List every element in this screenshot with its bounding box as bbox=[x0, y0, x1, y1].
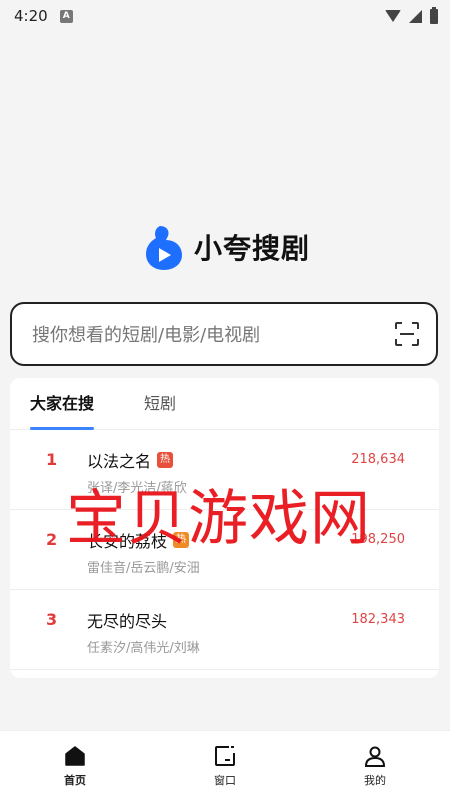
rank-number: 2 bbox=[46, 530, 58, 549]
nav-label-window: 窗口 bbox=[214, 773, 236, 787]
rank-cast: 雷佳音/岳云鹏/安沺 bbox=[87, 561, 200, 576]
notification-icon: A bbox=[59, 9, 73, 23]
battery-icon bbox=[430, 6, 438, 24]
scan-icon[interactable] bbox=[394, 321, 420, 347]
nav-label-profile: 我的 bbox=[364, 773, 386, 787]
rank-number: 3 bbox=[46, 610, 58, 629]
wifi-icon bbox=[385, 10, 401, 22]
rank-score: 182,343 bbox=[351, 612, 405, 627]
hot-badge: 热 bbox=[173, 532, 190, 548]
list-item[interactable]: 1 以法之名 热 张译/李光洁/蒋欣 218,634 bbox=[10, 430, 439, 510]
nav-label-home: 首页 bbox=[64, 773, 86, 787]
nav-window[interactable]: 窗口 bbox=[150, 731, 300, 800]
tab-bar: 大家在搜 短剧 bbox=[10, 378, 439, 430]
search-placeholder: 搜你想看的短剧/电影/电视剧 bbox=[32, 325, 261, 346]
trending-card: 大家在搜 短剧 1 以法之名 热 张译/李光洁/蒋欣 218,634 2 长安的… bbox=[10, 378, 439, 678]
tab-short-drama[interactable]: 短剧 bbox=[144, 378, 176, 430]
rank-title-row: 无尽的尽头 bbox=[87, 608, 167, 632]
nav-home[interactable]: 首页 bbox=[0, 731, 150, 800]
rank-cast: 张译/李光洁/蒋欣 bbox=[87, 481, 187, 496]
signal-icon bbox=[409, 9, 422, 23]
rank-cast: 任素汐/高伟光/刘琳 bbox=[87, 641, 200, 656]
list-item[interactable]: 2 长安的荔枝 热 雷佳音/岳云鹏/安沺 198,250 bbox=[10, 510, 439, 590]
app-name: 小夸搜剧 bbox=[193, 232, 310, 265]
logo-icon bbox=[145, 226, 182, 270]
rank-title-row: 长安的荔枝 热 bbox=[87, 528, 190, 552]
status-bar: 4:20 A bbox=[0, 0, 450, 32]
rank-title: 无尽的尽头 bbox=[87, 612, 168, 631]
rank-score: 218,634 bbox=[351, 452, 405, 467]
rank-number: 1 bbox=[46, 450, 58, 469]
tab-trending[interactable]: 大家在搜 bbox=[30, 378, 95, 430]
list-item[interactable]: 3 无尽的尽头 任素汐/高伟光/刘琳 182,343 bbox=[10, 590, 439, 670]
status-time: 4:20 bbox=[14, 7, 48, 25]
rank-score: 198,250 bbox=[351, 532, 405, 547]
ranking-list: 1 以法之名 热 张译/李光洁/蒋欣 218,634 2 长安的荔枝 热 雷佳音… bbox=[10, 430, 439, 670]
window-icon bbox=[215, 745, 235, 766]
rank-title: 以法之名 bbox=[87, 452, 152, 471]
bottom-nav: 首页 窗口 我的 bbox=[0, 730, 450, 800]
app-logo: 小夸搜剧 bbox=[0, 222, 450, 272]
profile-icon bbox=[364, 746, 386, 767]
search-input[interactable]: 搜你想看的短剧/电影/电视剧 bbox=[10, 302, 438, 366]
hot-badge: 热 bbox=[157, 452, 174, 468]
rank-title-row: 以法之名 热 bbox=[87, 448, 174, 472]
rank-title: 长安的荔枝 bbox=[87, 532, 168, 551]
nav-profile[interactable]: 我的 bbox=[300, 731, 450, 800]
home-icon bbox=[65, 745, 85, 766]
